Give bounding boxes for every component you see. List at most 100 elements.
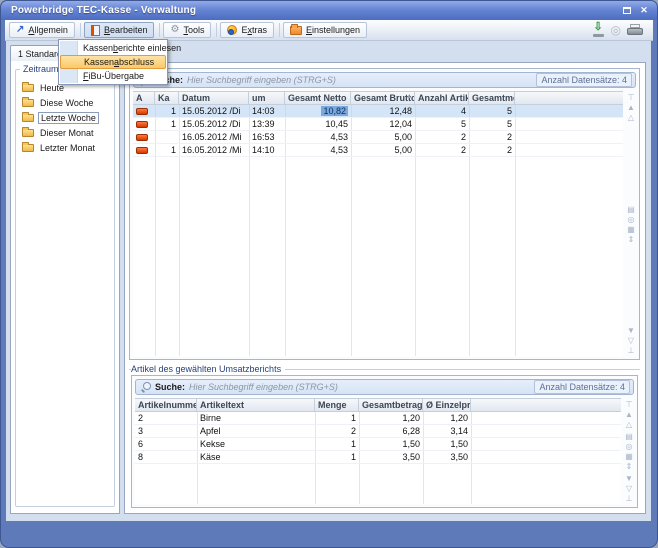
row-prev-icon[interactable]: △ (626, 420, 632, 429)
column-header-um[interactable]: um (249, 92, 285, 104)
menu-separator (159, 23, 160, 37)
scroll-top-icon[interactable]: ⊤ (628, 93, 635, 102)
row-next-icon[interactable]: ▽ (628, 336, 634, 345)
cell-einzelpreis: 3,14 (423, 425, 471, 437)
search-input[interactable]: Hier Suchbegriff eingeben (STRG+S) (189, 382, 534, 392)
column-header-artikelnummer[interactable]: Artikelnummer (135, 399, 197, 411)
scroll-top-icon[interactable]: ⊤ (626, 400, 633, 409)
cell-artikeltext: Apfel (197, 425, 315, 437)
cell-artikel: 2 (415, 144, 469, 156)
menu-tools[interactable]: ⚙ Tools (163, 22, 211, 38)
column-header-menge[interactable]: Gesamtmeng (469, 92, 515, 104)
chart-view-icon[interactable]: ▦ (627, 225, 635, 234)
expand-rows-icon[interactable]: ⇕ (626, 462, 633, 471)
reports-search-band: Suche: Hier Suchbegriff eingeben (STRG+S… (133, 72, 636, 88)
scroll-bottom-icon[interactable]: ⊥ (628, 346, 635, 355)
sidebar-item-letzte-woche[interactable]: Letzte Woche (22, 110, 112, 125)
import-icon[interactable]: ⇩ (592, 24, 605, 37)
cell-gesamtbetrag: 3,50 (359, 451, 423, 463)
menu-extras[interactable]: Extras (220, 22, 274, 38)
cell-netto: 4,53 (285, 131, 351, 143)
menu-bearbeiten[interactable]: Bearbeiten (84, 22, 155, 38)
cell-gesamtbetrag: 6,28 (359, 425, 423, 437)
window-title: Powerbridge TEC-Kasse - Verwaltung (11, 5, 617, 16)
cell-datum: 16.05.2012 /Mi (179, 144, 249, 156)
menu-item-fibu-uebergabe[interactable]: FiBu-Übergabe (60, 69, 166, 83)
menu-item-kassenabschluss[interactable]: Kassenabschluss (60, 55, 166, 69)
row-prev-icon[interactable]: △ (628, 113, 634, 122)
expand-rows-icon[interactable]: ⇕ (628, 235, 635, 244)
cell-artikelnummer: 6 (135, 438, 197, 450)
cell-gesamtbetrag: 1,50 (359, 438, 423, 450)
column-header-gesamtbetrag[interactable]: Gesamtbetrag (359, 399, 423, 411)
search-zoom-icon[interactable]: ◎ (628, 215, 635, 224)
cell-um: 14:10 (249, 144, 285, 156)
article-row[interactable]: 2 Birne 1 1,20 1,20 (135, 412, 621, 425)
cell-netto: 10,82 (285, 105, 351, 117)
article-row[interactable]: 6 Kekse 1 1,50 1,50 (135, 438, 621, 451)
cell-brutto: 12,48 (351, 105, 415, 117)
report-row[interactable]: 16.05.2012 /Mi 16:53 4,53 5,00 2 2 (133, 131, 623, 144)
articles-grid-header: Artikelnummer Artikeltext Menge Gesamtbe… (135, 399, 621, 412)
edit-notebook-icon (91, 25, 100, 36)
focused-cell[interactable]: 10,82 (321, 106, 348, 116)
column-header-artikeltext[interactable]: Artikeltext (197, 399, 315, 411)
cell-ka (155, 131, 179, 143)
cell-brutto: 5,00 (351, 144, 415, 156)
folder-icon (22, 99, 34, 107)
restore-button[interactable] (620, 5, 634, 17)
cell-brutto: 12,04 (351, 118, 415, 130)
app-window: Powerbridge TEC-Kasse - Verwaltung ✕ ↗ A… (0, 0, 658, 548)
menu-einstellungen[interactable]: Einstellungen (283, 22, 367, 38)
menu-item-kassenberichte-einlesen[interactable]: Kassenberichte einlesen (60, 41, 166, 55)
menu-allgemein[interactable]: ↗ Allgemein (9, 22, 75, 38)
sidebar-item-letzter-monat[interactable]: Letzter Monat (22, 140, 112, 155)
report-state-icon (136, 121, 148, 128)
grid-view-icon[interactable]: ▤ (625, 432, 633, 441)
search-zoom-icon[interactable]: ◎ (626, 442, 633, 451)
article-row[interactable]: 3 Apfel 2 6,28 3,14 (135, 425, 621, 438)
cell-menge: 5 (469, 118, 515, 130)
menu-label: Bearbeiten (104, 25, 148, 35)
row-down-icon[interactable]: ▼ (627, 326, 635, 335)
sidebar-item-dieser-monat[interactable]: Dieser Monat (22, 125, 112, 140)
sort-ascending-icon: ▲ (406, 94, 412, 100)
cell-datum: 16.05.2012 /Mi (179, 131, 249, 143)
column-header-menge[interactable]: Menge (315, 399, 359, 411)
grid-view-icon[interactable]: ▤ (627, 205, 635, 214)
row-up-icon[interactable]: ▲ (625, 410, 633, 419)
chart-view-icon[interactable]: ▦ (625, 452, 633, 461)
report-state-icon (136, 134, 148, 141)
cell-menge: 5 (469, 105, 515, 117)
print-icon[interactable] (627, 24, 643, 36)
column-header-einzelpreis[interactable]: Ø Einzelpreis (423, 399, 471, 411)
row-down-icon[interactable]: ▼ (625, 474, 633, 483)
row-up-icon[interactable]: ▲ (627, 103, 635, 112)
period-label: Letzte Woche (38, 112, 99, 124)
column-header-artikel[interactable]: Anzahl Artikel (415, 92, 469, 104)
article-row[interactable]: 8 Käse 1 3,50 3,50 (135, 451, 621, 464)
gear-icon: ⚙ (170, 25, 179, 35)
scroll-bottom-icon[interactable]: ⊥ (626, 494, 633, 503)
cell-artikel: 5 (415, 118, 469, 130)
reports-nav-strip: ⊤▲△ ▤◎▦⇕ ▼▽⊥ (625, 93, 637, 355)
column-header-filler (515, 92, 623, 104)
column-header-ka[interactable]: Ka (155, 92, 179, 104)
column-header-filler (471, 399, 621, 411)
cell-menge: 2 (315, 425, 359, 437)
copy-icon[interactable]: ◎ (611, 24, 621, 36)
column-header-netto[interactable]: Gesamt Netto (285, 92, 351, 104)
close-button[interactable]: ✕ (637, 5, 651, 17)
column-header-brutto[interactable]: Gesamt Brutto ▲ (351, 92, 415, 104)
sidebar-item-diese-woche[interactable]: Diese Woche (22, 95, 112, 110)
row-next-icon[interactable]: ▽ (626, 484, 632, 493)
reports-grid: A Ka Datum um Gesamt Netto Gesamt Brutto… (133, 91, 623, 356)
report-row[interactable]: 1 15.05.2012 /Di 14:03 10,82 12,48 4 5 (133, 105, 623, 118)
report-row[interactable]: 1 15.05.2012 /Di 13:39 10,45 12,04 5 5 (133, 118, 623, 131)
record-count-badge: Anzahl Datensätze: 4 (536, 73, 632, 87)
column-header-datum[interactable]: Datum (179, 92, 249, 104)
column-header-a[interactable]: A (133, 92, 155, 104)
report-row[interactable]: 1 16.05.2012 /Mi 14:10 4,53 5,00 2 2 (133, 144, 623, 157)
cell-datum: 15.05.2012 /Di (179, 118, 249, 130)
search-input[interactable]: Hier Suchbegriff eingeben (STRG+S) (187, 75, 536, 85)
